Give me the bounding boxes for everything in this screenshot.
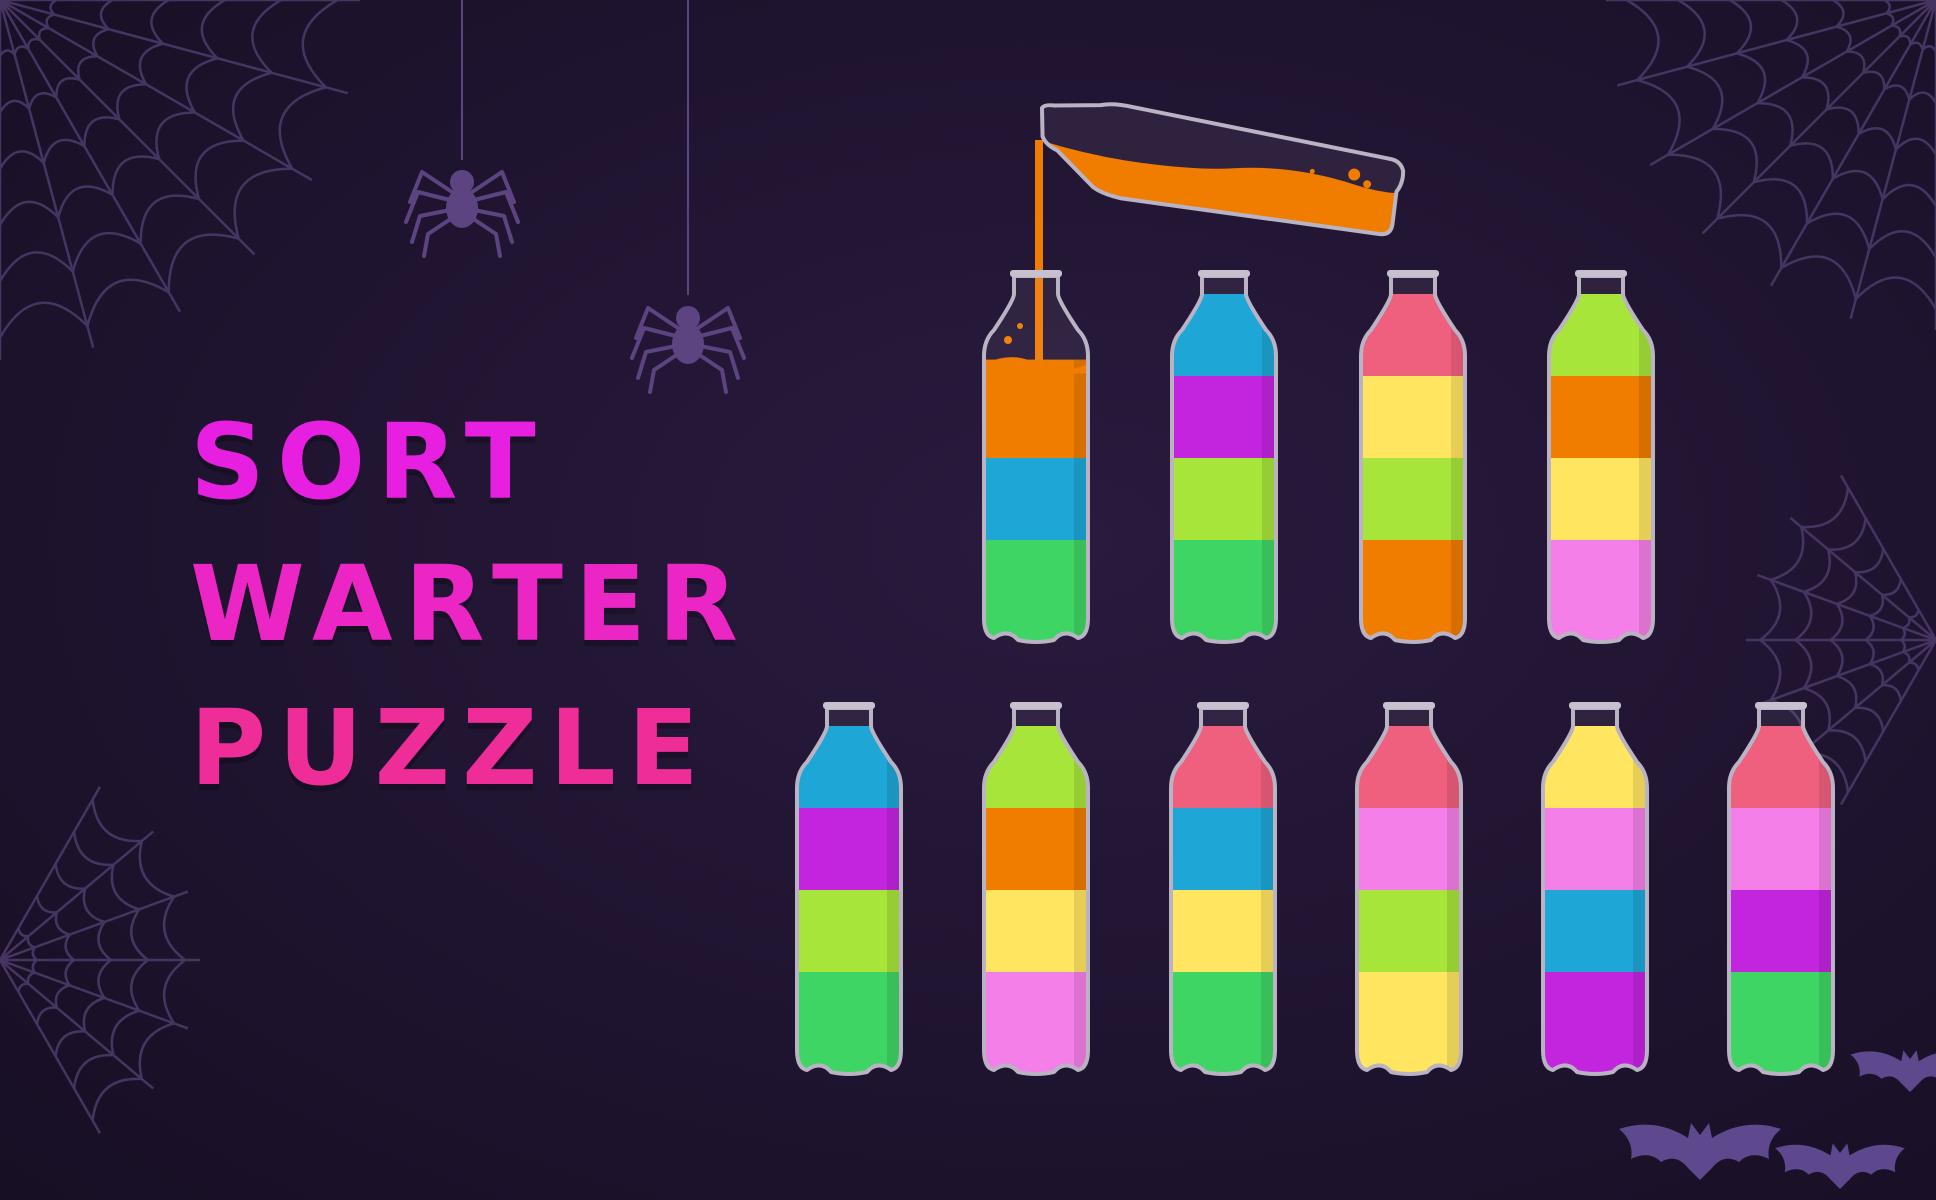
liquid-layer-lime: [1357, 890, 1461, 972]
liquid-layer-blue: [984, 458, 1088, 540]
liquid-shade: [1447, 972, 1461, 1074]
bottom-row-bottle-3[interactable]: [1169, 702, 1277, 1094]
bottom-row-bottle-2[interactable]: [982, 702, 1090, 1094]
liquid-shade: [1074, 359, 1088, 458]
bottle-rim: [1010, 702, 1062, 709]
bottom-row-bottle-4[interactable]: [1355, 702, 1463, 1094]
liquid-shade: [1639, 458, 1653, 540]
liquid-layer-red: [1361, 294, 1465, 376]
liquid-shade: [887, 890, 901, 972]
liquid-shade: [1819, 890, 1833, 972]
bottle-board[interactable]: [0, 0, 1936, 1200]
bottom-row-bottle-1[interactable]: [795, 702, 903, 1094]
bottle-row-top: [982, 270, 1655, 662]
liquid-layer-pink: [1543, 808, 1647, 890]
liquid-shade: [1261, 808, 1275, 890]
liquid-layer-purple: [797, 808, 901, 890]
bottle-rim: [1010, 270, 1062, 277]
liquid-shade: [1633, 808, 1647, 890]
bottom-row-bottle-5[interactable]: [1541, 702, 1649, 1094]
liquid-layer-yellow: [1549, 458, 1653, 540]
liquid-layer-orange: [984, 808, 1088, 890]
top-row-bottle-3[interactable]: [1359, 270, 1467, 662]
liquid-layer-orange: [1549, 376, 1653, 458]
bottle-rim: [1755, 702, 1807, 709]
bottle-rim: [823, 702, 875, 709]
liquid-shade: [1451, 458, 1465, 540]
liquid-shade: [1262, 540, 1276, 642]
liquid-shade: [1262, 376, 1276, 458]
liquid-shade: [1074, 540, 1088, 642]
liquid-shade: [1451, 376, 1465, 458]
bottle-rim: [1383, 702, 1435, 709]
liquid-layer-blue: [1171, 808, 1275, 890]
liquid-shade: [1074, 890, 1088, 972]
liquid-shade: [1639, 540, 1653, 642]
liquid-layer-red: [1171, 726, 1275, 808]
liquid-shade: [1074, 458, 1088, 540]
liquid-shade: [1451, 540, 1465, 642]
liquid-layer-lime: [797, 890, 901, 972]
liquid-layer-yellow: [984, 890, 1088, 972]
bottle-rim: [1575, 270, 1627, 277]
liquid-shade: [1819, 808, 1833, 890]
bottle-rim: [1569, 702, 1621, 709]
liquid-shade: [887, 972, 901, 1074]
liquid-shade: [1633, 890, 1647, 972]
liquid-layer-blue: [797, 726, 901, 808]
liquid-layer-lime: [984, 726, 1088, 808]
top-row-bottle-1[interactable]: [982, 270, 1092, 662]
liquid-shade: [887, 808, 901, 890]
liquid-layer-purple: [1172, 376, 1276, 458]
liquid-shade: [1262, 458, 1276, 540]
liquid-layer-orange: [984, 359, 1088, 458]
game-screen: SORT WARTER PUZZLE: [0, 0, 1936, 1200]
liquid-layer-lime: [1172, 458, 1276, 540]
bottle-rim: [1198, 270, 1250, 277]
liquid-layer-lime: [1549, 294, 1653, 376]
liquid-shade: [1074, 972, 1088, 1074]
liquid-shade: [1261, 972, 1275, 1074]
top-row-bottle-2[interactable]: [1170, 270, 1278, 662]
liquid-layer-pink: [1729, 808, 1833, 890]
liquid-layer-red: [1357, 726, 1461, 808]
liquid-shade: [1633, 972, 1647, 1074]
liquid-layer-blue: [1543, 890, 1647, 972]
liquid-layer-blue: [1172, 294, 1276, 376]
liquid-layer-yellow: [1171, 890, 1275, 972]
bottle-rim: [1387, 270, 1439, 277]
liquid-shade: [1819, 972, 1833, 1074]
liquid-shade: [1639, 376, 1653, 458]
liquid-layer-lime: [1361, 458, 1465, 540]
liquid-layer-red: [1729, 726, 1833, 808]
liquid-shade: [1447, 890, 1461, 972]
liquid-layer-yellow: [1361, 376, 1465, 458]
liquid-shade: [1447, 808, 1461, 890]
liquid-layer-pink: [1357, 808, 1461, 890]
bottom-row-bottle-6[interactable]: [1727, 702, 1835, 1094]
top-row-bottle-4[interactable]: [1547, 270, 1655, 662]
liquid-shade: [1261, 890, 1275, 972]
liquid-shade: [1074, 808, 1088, 890]
liquid-layer-purple: [1729, 890, 1833, 972]
bottle-row-bottom: [795, 702, 1835, 1094]
liquid-layer-yellow: [1543, 726, 1647, 808]
bottle-rim: [1197, 702, 1249, 709]
